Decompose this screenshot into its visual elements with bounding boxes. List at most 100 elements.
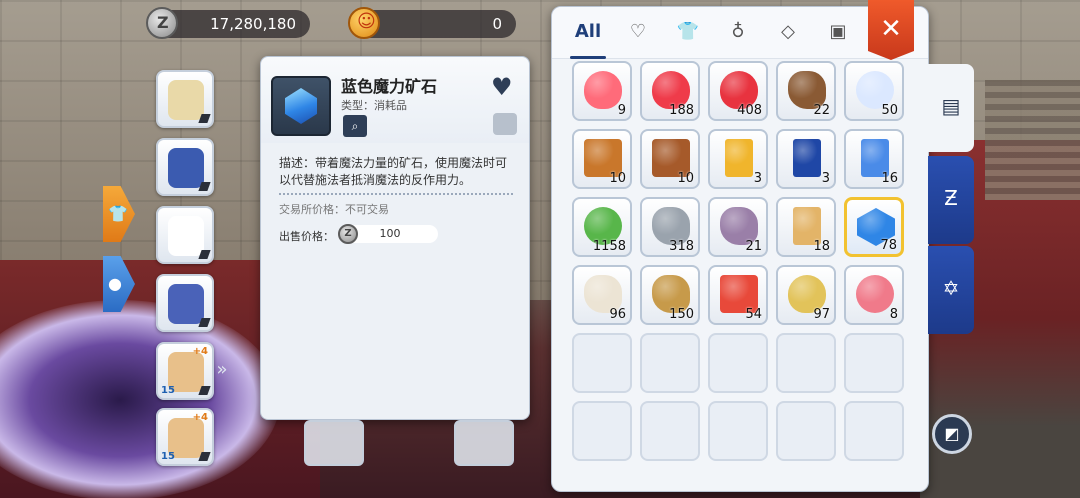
equip-slot-shoes[interactable]: [156, 274, 214, 332]
zeny-currency-bar: 17,280,180: [146, 7, 310, 39]
bottom-item-slot[interactable]: [454, 420, 514, 466]
inventory-item-old-ticket[interactable]: 18: [776, 197, 836, 257]
inventory-item-grey-rock[interactable]: 318: [640, 197, 700, 257]
empty-inventory-slot[interactable]: [708, 401, 768, 461]
tab-all[interactable]: All: [568, 21, 608, 59]
card-album-tab[interactable]: ✡: [928, 246, 974, 334]
tab-card[interactable]: ▣: [818, 21, 858, 51]
inventory-item-red-slime-potion[interactable]: 9: [572, 61, 632, 121]
money-bag-icon: Ƶ: [944, 186, 958, 210]
empty-inventory-slot[interactable]: [776, 333, 836, 393]
item-count: 78: [880, 238, 897, 253]
inventory-item-rose-crystal[interactable]: 8: [844, 265, 904, 325]
item-count: 16: [881, 171, 898, 186]
rose-crystal-icon: [856, 275, 894, 313]
item-count: 408: [737, 103, 762, 118]
item-count: 18: [813, 239, 830, 254]
inventory-item-golden-chalice[interactable]: 97: [776, 265, 836, 325]
edit-toggle-button[interactable]: ◩: [932, 414, 972, 454]
sell-price-bar: Z 100: [338, 224, 438, 244]
slot-corner-mark: [198, 318, 211, 327]
equip-level: 15: [161, 451, 175, 462]
backpack-icon: ▤: [941, 94, 961, 118]
slot-corner-mark: [198, 114, 211, 123]
red-slime-potion-icon: [584, 71, 622, 109]
item-detail-body: 描述：带着魔法力量的矿石，使用魔法时可以代替施法者抵消魔法的反作用力。 交易所价…: [269, 149, 521, 413]
inventory-item-red-gem-box[interactable]: 54: [708, 265, 768, 325]
bottom-item-slot[interactable]: [304, 420, 364, 466]
inventory-item-gold-card[interactable]: 3: [708, 129, 768, 189]
item-count: 9: [617, 103, 626, 118]
zeny-amount: 17,280,180: [210, 15, 296, 33]
slot-corner-mark: [198, 182, 211, 191]
tab-heart[interactable]: ♡: [618, 21, 658, 51]
item-count: 3: [753, 171, 762, 186]
item-type: 类型：消耗品: [341, 99, 407, 112]
empty-inventory-slot[interactable]: [844, 333, 904, 393]
bag-tab[interactable]: ▤: [928, 64, 974, 152]
inventory-item-red-potion[interactable]: 188: [640, 61, 700, 121]
inventory-item-wooden-branch[interactable]: 22: [776, 61, 836, 121]
empty-inventory-slot[interactable]: [708, 333, 768, 393]
item-icon-frame: [271, 76, 331, 136]
empty-inventory-slot[interactable]: [572, 333, 632, 393]
inventory-item-green-orb[interactable]: 1158: [572, 197, 632, 257]
slot-corner-mark: [198, 452, 211, 461]
storage-tray-icon[interactable]: [493, 113, 517, 135]
inventory-item-blue-magic-ore[interactable]: 78: [844, 197, 904, 257]
potion-icon: ♁: [731, 21, 745, 42]
equip-slot-armor[interactable]: [156, 138, 214, 196]
item-count: 97: [813, 307, 830, 322]
close-button[interactable]: ✕: [868, 0, 914, 60]
refine-level: +4: [192, 412, 208, 423]
inventory-item-bento-box[interactable]: 10: [572, 129, 632, 189]
inventory-item-blue-shield-card[interactable]: 3: [776, 129, 836, 189]
equip-slot-garment[interactable]: [156, 206, 214, 264]
empty-inventory-slot[interactable]: [776, 401, 836, 461]
tab-potion[interactable]: ♁: [718, 21, 758, 51]
item-count: 50: [881, 103, 898, 118]
refine-level: +4: [192, 346, 208, 357]
inventory-item-lunch-box[interactable]: 10: [640, 129, 700, 189]
empty-inventory-slot[interactable]: [572, 401, 632, 461]
garment-icon: [168, 216, 204, 256]
empty-inventory-slot[interactable]: [640, 333, 700, 393]
sell-price-label: 出售价格：: [279, 230, 334, 243]
heart-icon: ♡: [629, 21, 647, 42]
expand-arrow-icon[interactable]: »: [214, 350, 230, 390]
item-count: 54: [745, 307, 762, 322]
close-icon: ✕: [880, 14, 902, 44]
item-count: 8: [889, 307, 898, 322]
blue-ore-icon: [285, 88, 317, 124]
sell-price-value: 100: [379, 227, 401, 240]
inventory-item-purple-stone[interactable]: 21: [708, 197, 768, 257]
blue-shield-card-icon: [793, 139, 821, 177]
item-detail-header: 蓝色魔力矿石 类型：消耗品 ⌕ ♥: [261, 57, 529, 143]
item-count: 21: [745, 239, 762, 254]
inventory-panel: All ♡ 👕 ♁ ◇ ▣ 9 188 408 22 50 10 10 3 3 16 1158 318 21 18 7…: [551, 6, 929, 492]
item-count: 22: [813, 103, 830, 118]
inventory-item-gold-pile[interactable]: 150: [640, 265, 700, 325]
empty-inventory-slot[interactable]: [844, 401, 904, 461]
zeny-bag-tab[interactable]: Ƶ: [928, 156, 974, 244]
slot-corner-mark: [198, 386, 211, 395]
favorite-heart-icon[interactable]: ♥: [491, 73, 513, 101]
shoes-icon: [168, 284, 204, 324]
empty-inventory-slot[interactable]: [640, 401, 700, 461]
equip-slot-accessory-2[interactable]: 15 +4: [156, 408, 214, 466]
inventory-item-white-lotus[interactable]: 50: [844, 61, 904, 121]
item-name: 蓝色魔力矿石: [341, 77, 438, 96]
item-count: 188: [669, 103, 694, 118]
tab-diamond[interactable]: ◇: [768, 21, 808, 51]
tab-shirt[interactable]: 👕: [668, 21, 708, 51]
item-count: 1158: [592, 239, 626, 254]
equip-level: 15: [161, 385, 175, 396]
diamond-icon: ◇: [781, 21, 795, 42]
inspect-icon[interactable]: ⌕: [343, 115, 367, 137]
inventory-item-blue-scroll[interactable]: 16: [844, 129, 904, 189]
inventory-item-red-flask[interactable]: 408: [708, 61, 768, 121]
edit-icon: ◩: [944, 424, 960, 443]
equip-slot-accessory-1[interactable]: 15 +4: [156, 342, 214, 400]
equip-slot-headgear[interactable]: [156, 70, 214, 128]
inventory-item-animal-skull[interactable]: 96: [572, 265, 632, 325]
